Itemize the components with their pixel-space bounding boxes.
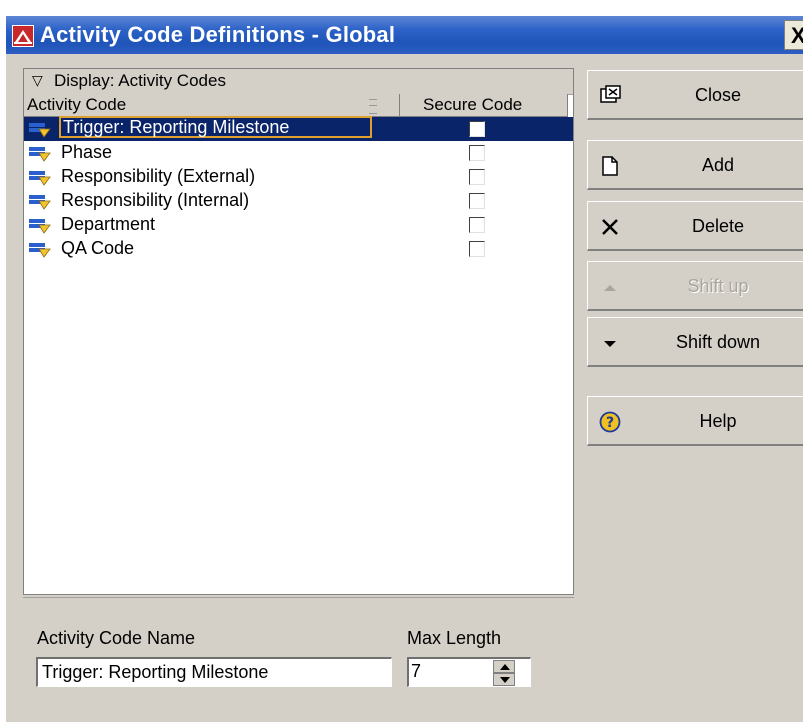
help-question-icon: ? xyxy=(599,411,621,433)
activity-code-name-label: Activity Code Name xyxy=(37,628,196,648)
activity-code-name-input[interactable] xyxy=(36,657,392,687)
background-strip xyxy=(0,0,803,16)
display-bar[interactable]: ▽ Display: Activity Codes xyxy=(24,69,573,95)
activity-code-icon xyxy=(29,171,51,186)
list-item[interactable]: Department xyxy=(24,213,573,237)
delete-label: Delete xyxy=(691,216,745,236)
triangle-down-icon xyxy=(604,341,616,347)
list-item[interactable]: Responsibility (External) xyxy=(24,165,573,189)
column-header-label: Activity Code xyxy=(27,95,127,114)
add-label: Add xyxy=(701,155,735,175)
triangle-up-icon xyxy=(604,285,616,291)
column-header-activity-code[interactable]: Activity Code xyxy=(24,94,400,117)
spin-up-button[interactable] xyxy=(493,660,515,673)
delete-x-icon xyxy=(602,219,618,235)
window-title: Activity Code Definitions - Global xyxy=(40,22,396,47)
close-label: Close xyxy=(694,85,742,105)
list-item[interactable]: Phase xyxy=(24,141,573,165)
chevron-down-icon[interactable]: ▽ xyxy=(32,72,43,89)
shift-up-button[interactable]: Shift up xyxy=(587,261,803,311)
shift-up-label: Shift up xyxy=(687,276,749,296)
list-item[interactable]: Trigger: Reporting Milestone xyxy=(24,116,573,141)
spin-down-button[interactable] xyxy=(493,673,515,686)
activity-code-label: Trigger: Reporting Milestone xyxy=(59,116,372,138)
column-grip-icon[interactable] xyxy=(369,99,377,114)
activity-code-icon xyxy=(29,243,51,258)
close-button[interactable]: Close xyxy=(587,70,803,120)
app-logo-icon xyxy=(12,25,34,47)
list-item[interactable]: Responsibility (Internal) xyxy=(24,189,573,213)
title-bar[interactable]: Activity Code Definitions - Global X xyxy=(6,16,803,54)
activity-code-icon xyxy=(29,195,51,210)
activity-code-list[interactable]: ▽ Display: Activity Codes Activity Code … xyxy=(23,68,574,595)
arrow-down-icon xyxy=(500,677,510,683)
shift-down-button[interactable]: Shift down xyxy=(587,317,803,367)
activity-code-label: QA Code xyxy=(61,238,135,258)
code-details-panel: Activity Code Name Max Length 7 xyxy=(23,597,574,718)
activity-code-label: Department xyxy=(61,214,156,234)
background-window-fragment xyxy=(5,0,255,6)
activity-code-label: Responsibility (External) xyxy=(61,166,256,186)
list-item[interactable]: QA Code xyxy=(24,237,573,261)
delete-button[interactable]: Delete xyxy=(587,201,803,251)
spin-buttons[interactable] xyxy=(493,660,515,686)
secure-code-checkbox[interactable] xyxy=(469,145,485,161)
secure-code-checkbox[interactable] xyxy=(469,241,485,257)
activity-code-label: Phase xyxy=(61,142,113,162)
activity-code-label: Responsibility (Internal) xyxy=(61,190,250,210)
max-length-value[interactable]: 7 xyxy=(411,661,421,682)
shift-down-label: Shift down xyxy=(675,332,761,352)
column-header-secure-code[interactable]: Secure Code xyxy=(400,94,568,117)
window-close-button[interactable]: X xyxy=(784,20,803,50)
secure-code-checkbox[interactable] xyxy=(469,169,485,185)
add-button[interactable]: Add xyxy=(587,140,803,190)
activity-code-icon xyxy=(29,147,51,162)
activity-code-icon xyxy=(29,219,51,234)
close-window-icon xyxy=(600,85,621,103)
max-length-label: Max Length xyxy=(407,628,502,648)
secure-code-checkbox[interactable] xyxy=(469,217,485,233)
secure-code-checkbox[interactable] xyxy=(469,193,485,209)
display-label: Display: Activity Codes xyxy=(54,71,226,90)
max-length-stepper[interactable]: 7 xyxy=(407,657,531,687)
new-document-icon xyxy=(602,156,618,176)
column-header-label: Secure Code xyxy=(423,95,523,114)
secure-code-checkbox[interactable] xyxy=(469,121,485,137)
arrow-up-icon xyxy=(500,664,510,670)
help-button[interactable]: ? Help xyxy=(587,396,803,446)
help-label: Help xyxy=(699,411,737,431)
svg-text:?: ? xyxy=(606,415,614,431)
activity-code-icon xyxy=(29,123,51,138)
